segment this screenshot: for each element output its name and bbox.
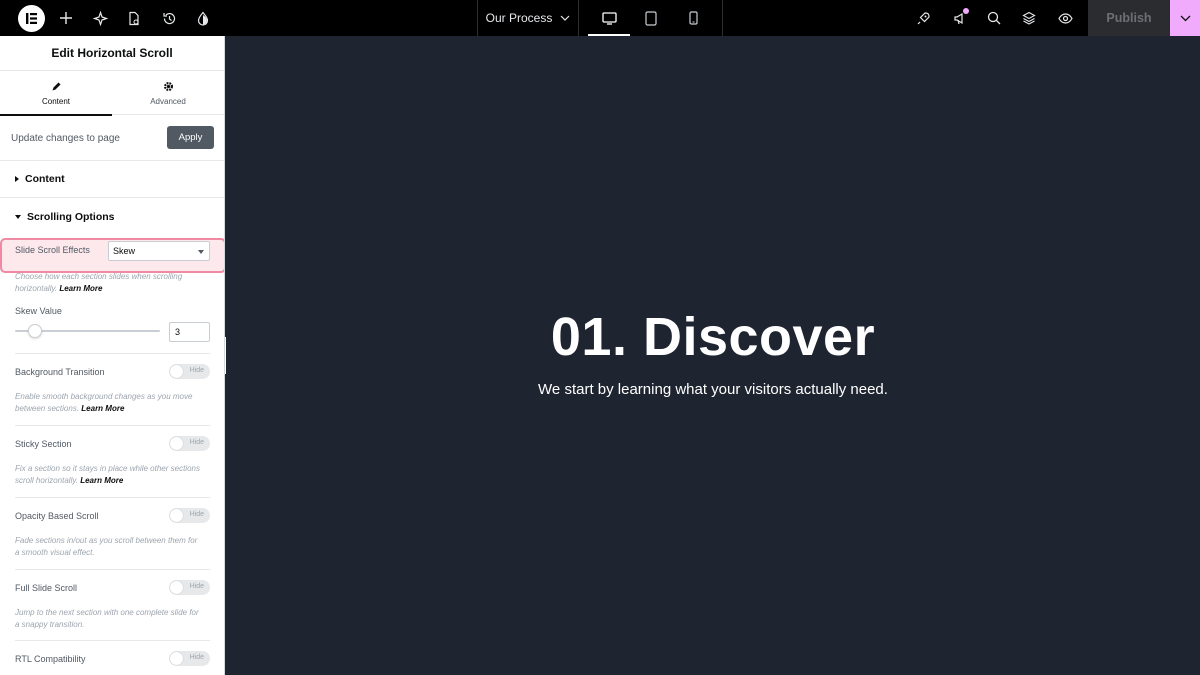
update-changes-text: Update changes to page	[11, 133, 120, 144]
notifications-megaphone-icon[interactable]	[949, 0, 971, 36]
divider	[15, 569, 210, 570]
mobile-view-icon[interactable]	[672, 0, 714, 36]
search-icon[interactable]	[984, 0, 1004, 36]
divider	[15, 640, 210, 641]
tab-content[interactable]: Content	[0, 71, 112, 116]
notification-badge	[963, 8, 969, 14]
learn-more-link[interactable]: Learn More	[59, 284, 102, 293]
rtl-compatibility-toggle[interactable]: Hide	[169, 651, 210, 666]
divider	[15, 425, 210, 426]
rtl-compatibility-label: RTL Compatibility	[15, 654, 86, 664]
sticky-section-toggle[interactable]: Hide	[169, 436, 210, 451]
learn-more-link[interactable]: Learn More	[81, 404, 124, 413]
editor-canvas[interactable]: 01. Discover We start by learning what y…	[226, 36, 1200, 675]
panel-title: Edit Horizontal Scroll	[0, 36, 224, 71]
sticky-section-label: Sticky Section	[15, 439, 72, 449]
tab-content-label: Content	[41, 96, 71, 106]
site-settings-drop-icon[interactable]	[193, 0, 213, 36]
toggle-state: Hide	[189, 439, 204, 446]
page-name: Our Process	[485, 11, 553, 25]
toggle-knob	[170, 652, 183, 665]
divider	[15, 353, 210, 354]
toggle-state: Hide	[189, 367, 204, 374]
slide-scroll-effects-desc: Choose how each section slides when scro…	[15, 271, 200, 294]
update-changes-row: Update changes to page Apply	[0, 115, 224, 161]
caret-right-icon	[15, 176, 19, 182]
apply-button[interactable]: Apply	[167, 126, 214, 149]
section-scrolling-toggle[interactable]: Scrolling Options	[0, 198, 224, 235]
toggle-state: Hide	[189, 511, 204, 518]
desktop-view-icon[interactable]	[588, 0, 630, 36]
chevron-down-icon	[560, 15, 570, 21]
hero-subheading[interactable]: We start by learning what your visitors …	[226, 381, 1200, 398]
learn-more-link[interactable]: Learn More	[80, 476, 123, 485]
section-content-toggle[interactable]: Content	[0, 161, 224, 198]
chevron-down-icon	[1180, 15, 1190, 21]
toggle-state: Hide	[189, 583, 204, 590]
ai-sparkle-icon[interactable]	[90, 0, 110, 36]
skew-value-input[interactable]: 3	[169, 322, 210, 342]
gear-icon	[163, 81, 173, 91]
add-element-icon[interactable]	[56, 0, 76, 36]
toggle-knob	[170, 365, 183, 378]
history-icon[interactable]	[159, 0, 179, 36]
publish-options-button[interactable]	[1170, 0, 1200, 36]
background-transition-toggle[interactable]: Hide	[169, 364, 210, 379]
panel-tabs: Content Advanced	[0, 71, 224, 116]
skew-slider-handle[interactable]	[28, 324, 42, 338]
full-slide-scroll-desc: Jump to the next section with one comple…	[15, 608, 199, 629]
device-switcher	[579, 0, 723, 36]
tab-advanced[interactable]: Advanced	[112, 71, 224, 115]
opacity-based-scroll-desc: Fade sections in/out as you scroll betwe…	[15, 536, 198, 557]
page-select-dropdown[interactable]: Our Process	[477, 0, 579, 36]
page-settings-icon[interactable]	[124, 0, 144, 36]
tab-advanced-label: Advanced	[150, 96, 186, 106]
full-slide-scroll-toggle[interactable]: Hide	[169, 580, 210, 595]
section-content-label: Content	[25, 173, 65, 185]
pencil-icon	[52, 82, 60, 90]
rocket-icon[interactable]	[913, 0, 933, 36]
skew-value-label: Skew Value	[15, 306, 62, 316]
background-transition-desc: Enable smooth background changes as you …	[15, 391, 200, 414]
divider	[15, 497, 210, 498]
slide-scroll-effects-select[interactable]: Skew	[108, 241, 210, 261]
preview-eye-icon[interactable]	[1054, 0, 1076, 36]
background-transition-label: Background Transition	[15, 367, 105, 377]
sticky-section-desc: Fix a section so it stays in place while…	[15, 463, 200, 486]
hero-heading[interactable]: 01. Discover	[226, 306, 1200, 368]
layers-icon[interactable]	[1019, 0, 1039, 36]
opacity-based-scroll-toggle[interactable]: Hide	[169, 508, 210, 523]
toggle-knob	[170, 437, 183, 450]
caret-down-icon	[15, 214, 21, 219]
toggle-knob	[170, 509, 183, 522]
elementor-logo-icon[interactable]	[18, 5, 45, 32]
top-bar: Our Process Publish	[0, 0, 1200, 36]
section-scrolling-label: Scrolling Options	[27, 210, 115, 223]
tablet-view-icon[interactable]	[630, 0, 672, 36]
toggle-state: Hide	[189, 654, 204, 661]
full-slide-scroll-label: Full Slide Scroll	[15, 583, 78, 593]
caret-down-icon	[198, 250, 204, 254]
opacity-based-scroll-label: Opacity Based Scroll	[15, 511, 99, 521]
toggle-knob	[170, 581, 183, 594]
publish-button[interactable]: Publish	[1088, 0, 1170, 36]
editor-panel: Edit Horizontal Scroll Content Advanced …	[0, 36, 225, 675]
slide-scroll-effects-label: Slide Scroll Effects	[15, 245, 90, 255]
slide-scroll-effects-value: Skew	[113, 246, 136, 256]
